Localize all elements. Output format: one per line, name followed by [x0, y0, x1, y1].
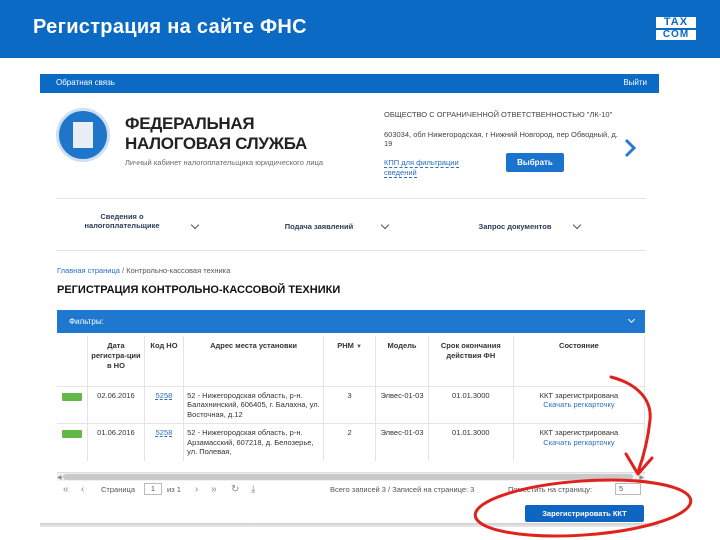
org-address: 603034, обл Нижегородская, г Нижний Новг…	[384, 130, 618, 148]
chevron-right-icon[interactable]	[624, 138, 636, 158]
fns-emblem-icon	[56, 108, 110, 162]
cell-fn-end: 01.01.3000	[428, 385, 514, 424]
download-card-link[interactable]: Скачать регкарточку	[517, 438, 641, 448]
col-status	[57, 336, 89, 386]
filters-bar[interactable]: Фильтры:	[57, 310, 645, 333]
status-indicator	[57, 385, 89, 424]
logo-bottom-text: COM	[656, 30, 696, 40]
page-input[interactable]: 1	[144, 483, 162, 495]
cell-rnm: 2	[323, 423, 377, 461]
col-code[interactable]: Код НО	[144, 336, 185, 386]
download-card-link[interactable]: Скачать регкарточку	[517, 400, 641, 410]
page-title: РЕГИСТРАЦИЯ КОНТРОЛЬНО-КАССОВОЙ ТЕХНИКИ	[57, 284, 341, 296]
register-kkt-button[interactable]: Зарегистрировать ККТ	[525, 505, 644, 522]
kpp-filter-link[interactable]: КПП для фильтрации	[384, 158, 459, 168]
fns-title-line1: ФЕДЕРАЛЬНАЯ	[125, 114, 255, 133]
table-row[interactable]: 02.06.2016 5258 52 - Нижегородская облас…	[57, 385, 646, 424]
page-of-label: из 1	[167, 485, 181, 494]
cell-date: 02.06.2016	[87, 385, 145, 424]
cell-model: Элвес-01-03	[375, 423, 429, 461]
org-name: ОБЩЕСТВО С ОГРАНИЧЕННОЙ ОТВЕТСТВЕННОСТЬЮ…	[384, 110, 613, 119]
horizontal-scrollbar[interactable]: ◀ ▶	[57, 472, 645, 481]
cabinet-subtitle: Личный кабинет налогоплательщика юридиче…	[125, 158, 324, 167]
screenshot-bottom-edge	[40, 523, 659, 527]
taxcom-logo: TAX COM	[656, 17, 696, 41]
status-indicator	[57, 423, 89, 461]
cell-code[interactable]: 5258	[144, 423, 185, 461]
sort-desc-icon: ▼	[356, 344, 362, 350]
top-bar: Обратная связь Выйти	[40, 74, 659, 93]
col-fn-end[interactable]: Срок окончания действия ФН	[428, 336, 514, 386]
prev-page-icon[interactable]: ‹	[81, 484, 84, 496]
per-page-label: Поместить на страницу:	[508, 485, 593, 494]
cell-code[interactable]: 5258	[144, 385, 185, 424]
select-button[interactable]: Выбрать	[506, 153, 564, 172]
table-row[interactable]: 01.06.2016 5258 52 - Нижегородская облас…	[57, 423, 646, 461]
exit-link[interactable]: Выйти	[623, 78, 647, 87]
breadcrumb-current: Контрольно-кассовая техника	[126, 266, 231, 275]
nav-applications[interactable]: Подача заявлений	[274, 222, 364, 231]
breadcrumb-home[interactable]: Главная страница	[57, 266, 120, 275]
chevron-down-icon[interactable]	[627, 315, 636, 324]
slide-title: Регистрация на сайте ФНС	[33, 16, 307, 38]
per-page-select[interactable]: 5	[615, 483, 641, 495]
slide-header: Регистрация на сайте ФНС TAX COM	[0, 0, 720, 58]
nav-documents-request[interactable]: Запрос документов	[465, 222, 565, 231]
cell-state: ККТ зарегистрирована Скачать регкарточку	[513, 423, 646, 461]
cell-address: 52 - Нижегородская область, р-н. Арзамас…	[183, 423, 324, 461]
nav-taxpayer-info[interactable]: Сведения о налогоплательщике	[72, 212, 172, 230]
cell-fn-end: 01.01.3000	[428, 423, 514, 461]
refresh-icon[interactable]: ↻	[231, 484, 239, 496]
cell-rnm: 3	[323, 385, 377, 424]
fns-title: ФЕДЕРАЛЬНАЯ НАЛОГОВАЯ СЛУЖБА	[125, 114, 307, 154]
cell-model: Элвес-01-03	[375, 385, 429, 424]
state-text: ККТ зарегистрирована	[539, 390, 619, 400]
chevron-down-icon[interactable]	[380, 220, 390, 230]
page-label: Страница	[101, 485, 135, 494]
col-rnm[interactable]: РНМ ▼	[323, 336, 377, 386]
fns-screenshot: Обратная связь Выйти ФЕДЕРАЛЬНАЯ НАЛОГОВ…	[40, 74, 659, 528]
records-summary: Всего записей 3 / Записей на странице: 3	[330, 485, 475, 494]
download-icon[interactable]: ⤓	[251, 484, 255, 496]
fns-title-line2: НАЛОГОВАЯ СЛУЖБА	[125, 134, 307, 153]
next-page-icon[interactable]: ›	[195, 484, 198, 496]
logo-top-text: TAX	[656, 17, 696, 28]
pager: « ‹ Страница 1 из 1 › » ↻ ⤓ Всего записе…	[57, 482, 645, 498]
col-model[interactable]: Модель	[375, 336, 429, 386]
col-reg-date[interactable]: Дата регистра-ции в НО	[87, 336, 145, 386]
scrollbar-thumb[interactable]	[63, 474, 633, 480]
feedback-link[interactable]: Обратная связь	[56, 78, 115, 87]
state-text: ККТ зарегистрирована	[539, 428, 619, 437]
col-address[interactable]: Адрес места установки	[183, 336, 324, 386]
cell-state: ККТ зарегистрирована Скачать регкарточку	[513, 385, 646, 424]
filters-label: Фильтры:	[69, 317, 104, 326]
last-page-icon[interactable]: »	[211, 484, 217, 496]
col-state[interactable]: Состояние	[513, 336, 646, 386]
table-header-row: Дата регистра-ции в НО Код НО Адрес мест…	[57, 336, 646, 386]
scroll-left-icon[interactable]: ◀	[57, 474, 62, 481]
kkt-table: Дата регистра-ции в НО Код НО Адрес мест…	[57, 336, 646, 461]
breadcrumb: Главная страница / Контрольно-кассовая т…	[57, 266, 231, 275]
first-page-icon[interactable]: «	[63, 484, 69, 496]
cell-date: 01.06.2016	[87, 423, 145, 461]
nav-divider-top	[56, 198, 646, 199]
chevron-down-icon[interactable]	[190, 220, 200, 230]
scroll-right-icon[interactable]: ▶	[639, 474, 644, 481]
chevron-down-icon[interactable]	[572, 220, 582, 230]
nav-divider-bottom	[56, 250, 646, 251]
cell-address: 52 - Нижегородская область, р-н. Балахни…	[183, 385, 324, 424]
kpp-filter-value[interactable]: сведений	[384, 168, 417, 178]
